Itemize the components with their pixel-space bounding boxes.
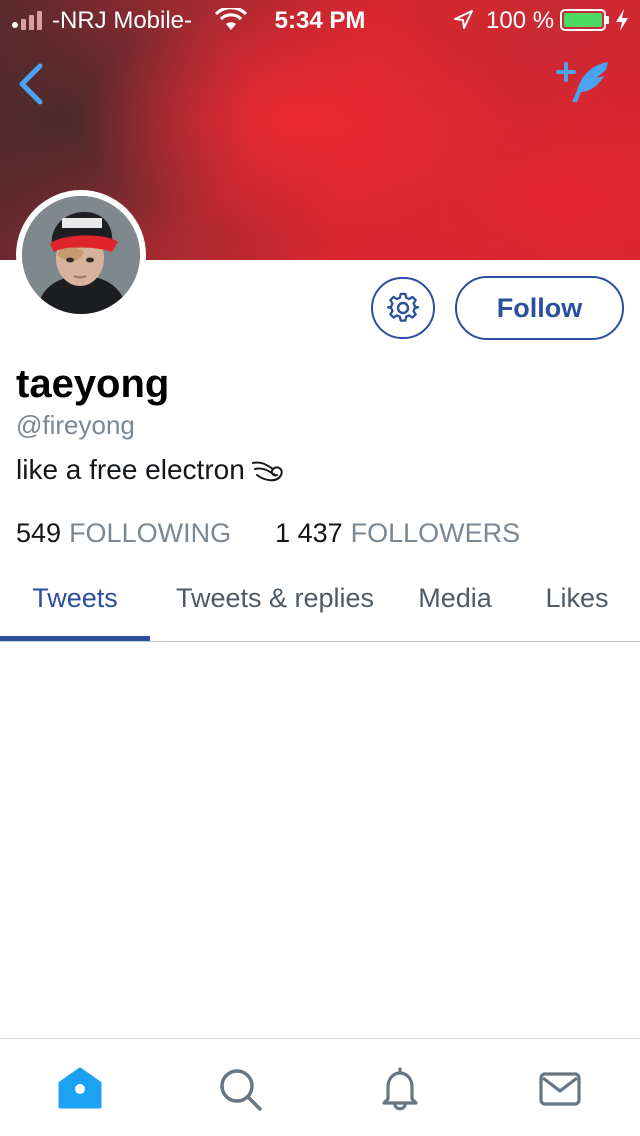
battery-icon: [560, 9, 609, 31]
gear-icon: [387, 292, 419, 322]
tab-media[interactable]: Media: [400, 568, 510, 641]
avatar[interactable]: [16, 190, 146, 320]
follow-button[interactable]: Follow: [455, 276, 624, 340]
followers-stat[interactable]: 1 437 FOLLOWERS: [275, 518, 520, 549]
status-bar: -NRJ Mobile- 5:34 PM 100 %: [0, 0, 640, 40]
tab-tweets-replies[interactable]: Tweets & replies: [160, 568, 390, 641]
chevron-left-icon[interactable]: [14, 62, 50, 106]
profile-tabs: Tweets Tweets & replies Media Likes: [0, 568, 640, 642]
display-name: taeyong: [16, 362, 170, 406]
following-stat[interactable]: 549 FOLLOWING: [16, 518, 231, 549]
profile-stats: 549 FOLLOWING 1 437 FOLLOWERS: [16, 518, 520, 549]
swirl-icon: [251, 461, 283, 482]
compose-tweet-icon[interactable]: [556, 58, 614, 106]
tab-tweets[interactable]: Tweets: [0, 568, 150, 641]
bio-text: like a free electron: [16, 454, 245, 485]
bottom-nav: [0, 1038, 640, 1136]
bio: like a free electron: [16, 454, 287, 486]
user-handle: @fireyong: [16, 410, 135, 440]
tab-likes[interactable]: Likes: [525, 568, 629, 641]
location-icon: [454, 10, 473, 29]
notifications-icon[interactable]: [376, 1065, 424, 1113]
following-label: FOLLOWING: [69, 518, 232, 548]
charging-icon: [616, 9, 628, 31]
search-icon[interactable]: [216, 1065, 264, 1113]
home-icon[interactable]: [56, 1065, 104, 1113]
battery-percent: 100 %: [486, 7, 555, 34]
following-count: 549: [16, 518, 62, 548]
active-tab-indicator: [0, 636, 150, 641]
followers-label: FOLLOWERS: [350, 518, 521, 548]
followers-count: 1 437: [275, 518, 343, 548]
messages-icon[interactable]: [536, 1065, 584, 1113]
avatar-photo: [22, 196, 140, 314]
settings-button[interactable]: [371, 277, 435, 339]
